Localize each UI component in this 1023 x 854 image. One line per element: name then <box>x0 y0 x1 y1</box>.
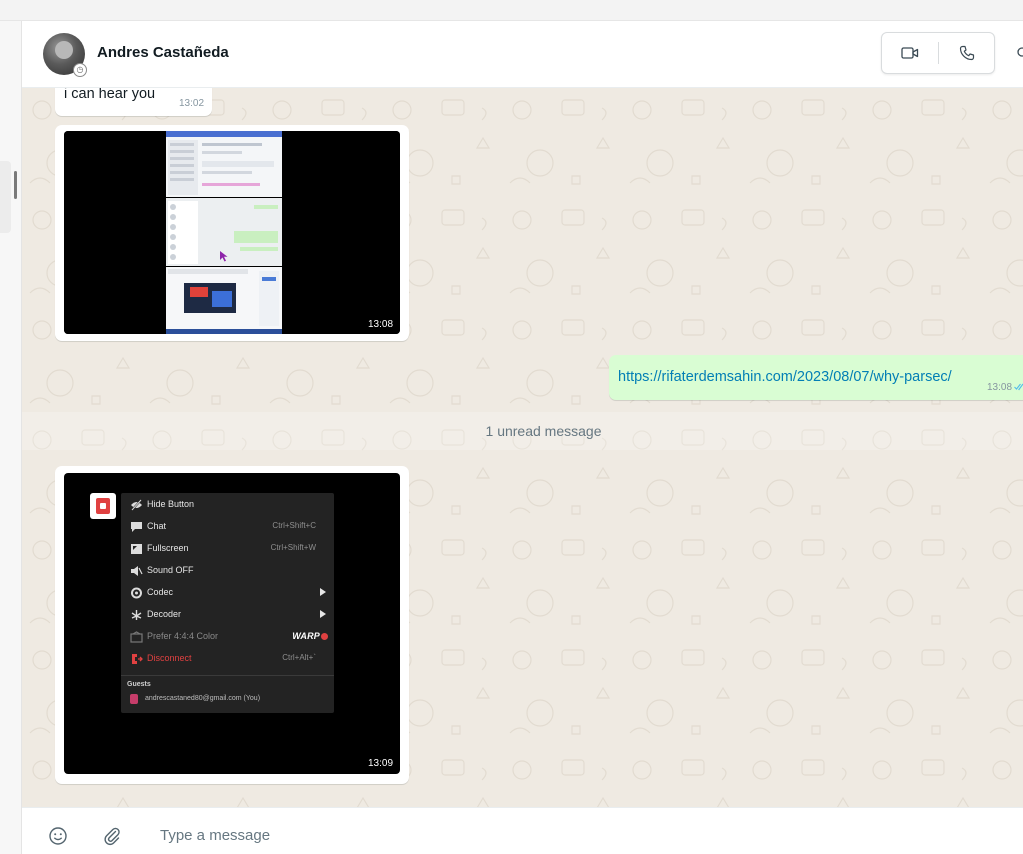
image-time: 13:09 <box>368 758 394 769</box>
speaker-muted-icon <box>131 566 143 576</box>
parsec-logo-icon <box>90 493 116 519</box>
menu-item-sound: Sound OFF <box>121 561 334 581</box>
menu-item-label: Codec <box>147 587 174 597</box>
message-time: 13:08 <box>987 382 1013 393</box>
unread-divider: 1 unread message <box>22 412 1023 450</box>
whatsapp-window: ◷ Andres Castañeda i can hear you 13:02 … <box>0 0 1023 854</box>
image-message-incoming[interactable]: 13:08 <box>55 125 409 341</box>
menu-item-chat: Chat Ctrl+Shift+C <box>121 517 334 537</box>
shared-parsec-screenshot[interactable]: Hide Button Chat Ctrl+Shift+C Fullscreen… <box>64 473 400 774</box>
disconnect-icon <box>132 654 143 664</box>
video-camera-icon <box>901 47 919 59</box>
menu-item-disconnect: Disconnect Ctrl+Alt+` <box>121 649 334 669</box>
guest-email: andrescastaned80@gmail.com (You) <box>145 695 261 702</box>
shared-screenshot-image[interactable]: 13:08 <box>64 131 400 334</box>
rail-indicator <box>14 171 17 199</box>
menu-item-shortcut: Ctrl+Shift+C <box>272 521 316 530</box>
menu-item-label: Disconnect <box>147 653 192 663</box>
title-strip <box>0 0 1023 21</box>
decoder-icon <box>131 610 142 620</box>
submenu-arrow-icon <box>320 610 326 618</box>
paperclip-icon[interactable] <box>102 826 122 846</box>
color-icon <box>130 631 143 643</box>
parsec-menu: Hide Button Chat Ctrl+Shift+C Fullscreen… <box>121 493 334 713</box>
menu-item-label: Sound OFF <box>147 565 194 575</box>
avatar-face <box>55 41 73 59</box>
voice-call-button[interactable] <box>939 33 995 73</box>
read-receipt-icon <box>1014 383 1023 391</box>
menu-item-shortcut: Ctrl+Shift+W <box>270 543 316 552</box>
chat-bubble-icon <box>131 522 142 532</box>
rail-handle[interactable] <box>0 161 11 233</box>
message-time: 13:02 <box>179 98 205 109</box>
status-ring-icon: ◷ <box>73 63 87 77</box>
phone-icon <box>959 45 975 61</box>
message-composer: Type a message <box>22 807 1023 854</box>
image-message-incoming[interactable]: Hide Button Chat Ctrl+Shift+C Fullscreen… <box>55 466 409 784</box>
guests-heading: Guests <box>127 681 151 688</box>
screenshot-content <box>64 131 400 334</box>
menu-item-codec: Codec <box>121 583 334 603</box>
smiley-icon[interactable] <box>48 826 68 846</box>
warp-dot-icon <box>321 633 328 640</box>
video-call-button[interactable] <box>882 33 938 73</box>
left-rail <box>0 21 22 854</box>
image-time: 13:08 <box>368 319 394 330</box>
guest-avatar-icon <box>130 694 138 704</box>
menu-separator <box>121 675 334 676</box>
menu-item-label: Hide Button <box>147 499 195 509</box>
avatar[interactable]: ◷ <box>43 33 87 77</box>
menu-item-label: Fullscreen <box>147 543 189 553</box>
menu-item-hide-button: Hide Button <box>121 495 334 515</box>
menu-item-label: Chat <box>147 521 167 531</box>
unread-divider-text: 1 unread message <box>485 423 602 439</box>
message-bubble-outgoing[interactable]: https://rifaterdemsahin.com/2023/08/07/w… <box>609 355 1023 400</box>
menu-item-decoder: Decoder <box>121 605 334 625</box>
menu-item-prefer-color: Prefer 4:4:4 Color WARP <box>121 627 334 647</box>
search-icon[interactable] <box>1016 46 1023 60</box>
menu-item-label: Prefer 4:4:4 Color <box>147 631 219 641</box>
warp-label: WARP <box>292 631 320 641</box>
message-text: i can hear you <box>64 88 156 102</box>
chat-pane[interactable]: i can hear you 13:02 13:08 https://rifat… <box>22 88 1023 807</box>
chat-header: ◷ Andres Castañeda <box>22 21 1023 88</box>
message-input[interactable]: Type a message <box>160 827 270 844</box>
contact-name[interactable]: Andres Castañeda <box>97 44 229 61</box>
menu-item-shortcut: Ctrl+Alt+` <box>282 653 316 662</box>
gear-icon <box>131 587 142 599</box>
call-button-group <box>881 32 995 74</box>
message-bubble-incoming[interactable]: i can hear you 13:02 <box>55 88 212 116</box>
menu-item-fullscreen: Fullscreen Ctrl+Shift+W <box>121 539 334 559</box>
message-link[interactable]: https://rifaterdemsahin.com/2023/08/07/w… <box>618 369 952 385</box>
eye-slash-icon <box>131 499 142 511</box>
warp-badge: WARP <box>292 631 328 641</box>
parsec-logo-dot <box>100 503 106 509</box>
submenu-arrow-icon <box>320 588 326 596</box>
menu-item-label: Decoder <box>147 609 182 619</box>
fullscreen-icon <box>131 544 142 554</box>
